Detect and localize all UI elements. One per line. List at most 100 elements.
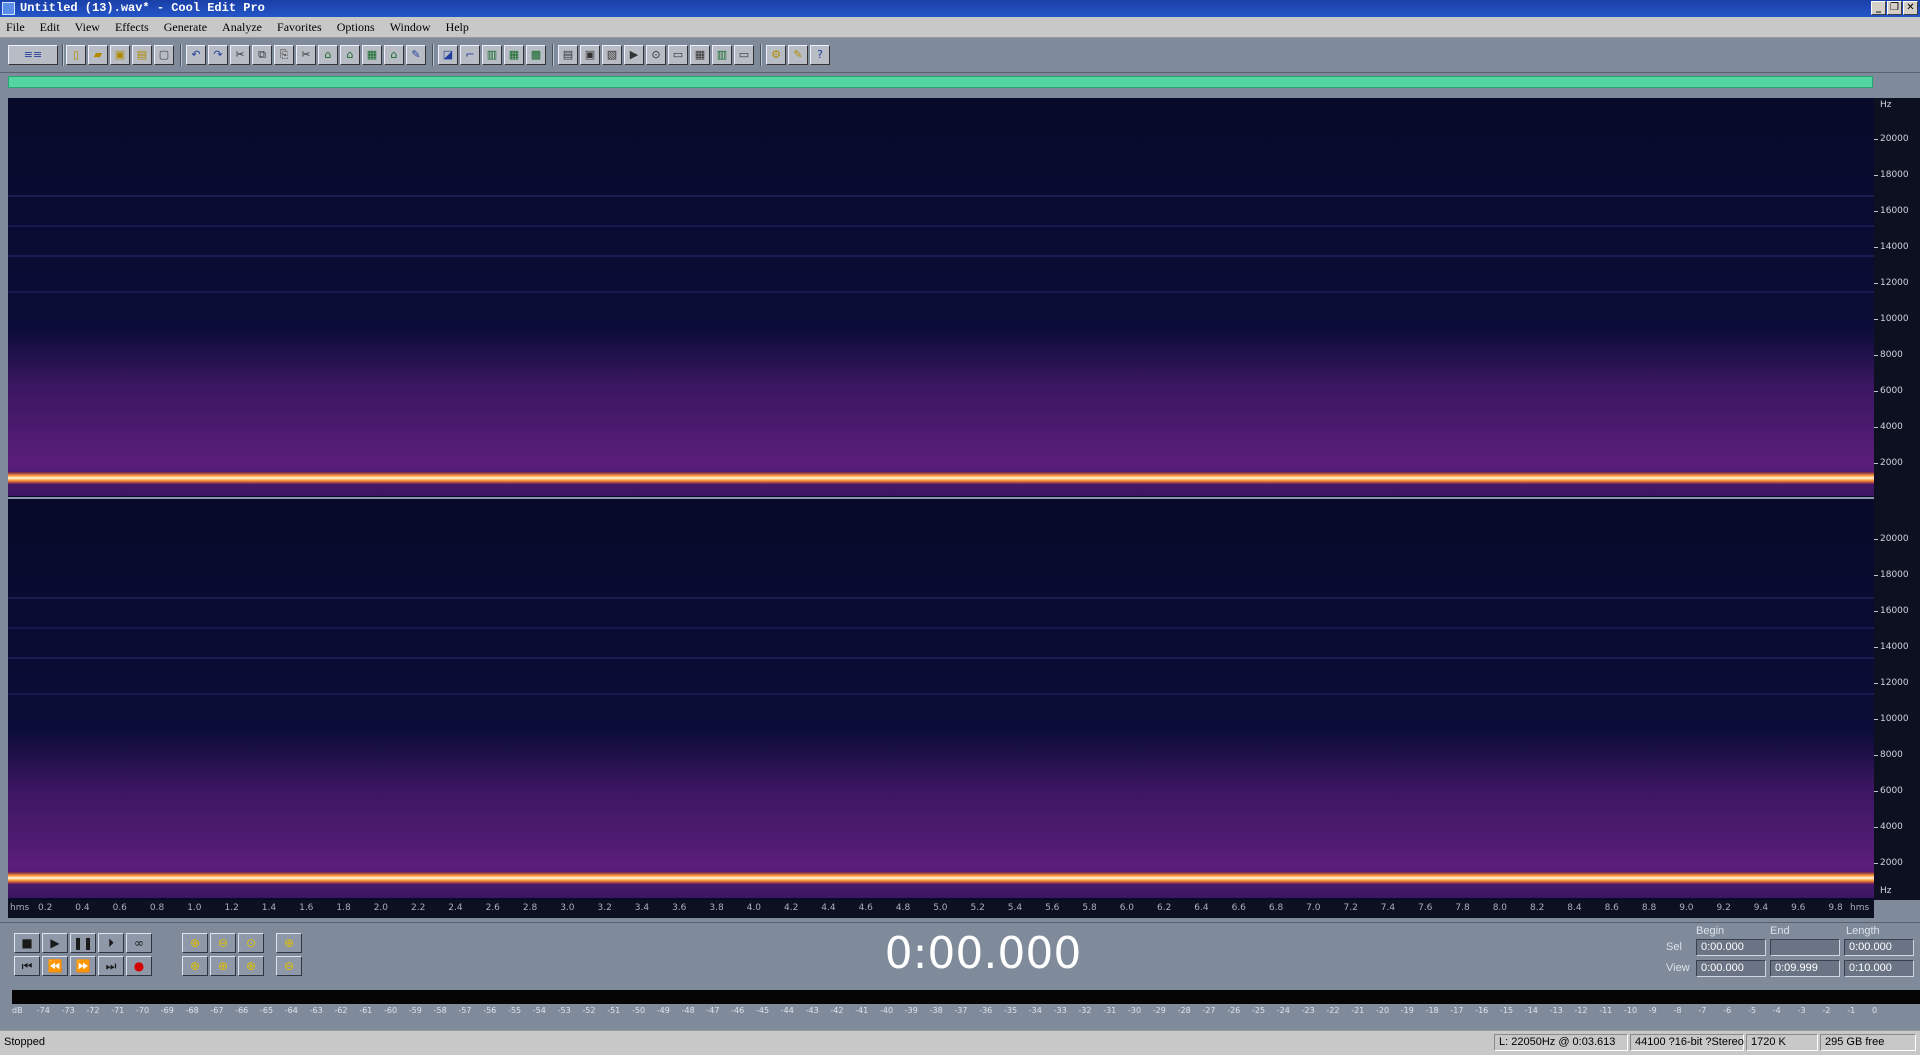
spectral-view-icon[interactable]: ⌐ [460,45,480,65]
channel-right[interactable] [8,500,1874,898]
level-tick-label: -73 [61,1006,75,1015]
play-cue-icon[interactable]: ▧ [602,45,622,65]
toolbar-separator [552,44,554,66]
bars-icon[interactable]: ▥ [482,45,502,65]
cue-icon[interactable]: ▤ [558,45,578,65]
edit-icon[interactable]: ✎ [406,45,426,65]
help-icon[interactable]: ? [810,45,830,65]
redo-icon[interactable]: ↷ [208,45,228,65]
frame-icon[interactable]: ▭ [668,45,688,65]
script-icon[interactable]: ✎ [788,45,808,65]
waveform-view-icon[interactable]: ◪ [438,45,458,65]
close-file-icon[interactable]: ▢ [154,45,174,65]
hz-tick-mark [1874,427,1878,428]
zoom-full-button[interactable]: ⊙ [238,933,264,953]
channel-left[interactable] [8,98,1874,496]
menu-file[interactable]: File [0,17,31,35]
level-tick-label: -70 [136,1006,150,1015]
menu-analyze[interactable]: Analyze [216,17,268,35]
time-tick-label: 5.4 [1007,903,1023,913]
close-button[interactable]: ✕ [1903,1,1918,15]
level-tick-label: -49 [656,1006,670,1015]
grid-icon[interactable]: ▦ [504,45,524,65]
new-icon[interactable]: ▯ [66,45,86,65]
open-icon[interactable]: ▰ [88,45,108,65]
stop-button[interactable]: ■ [14,933,40,953]
view-length-field[interactable]: 0:10.000 [1844,960,1914,977]
mix-paste-icon[interactable]: ✂ [296,45,316,65]
rewind-button[interactable]: ⏪ [42,956,68,976]
sel-end-field[interactable] [1770,939,1840,956]
spectral-display[interactable] [8,98,1874,900]
sel-begin-field[interactable]: 0:00.000 [1696,939,1766,956]
sel-length-field[interactable]: 0:00.000 [1844,939,1914,956]
view-begin-field[interactable]: 0:00.000 [1696,960,1766,977]
undo-icon[interactable]: ↶ [186,45,206,65]
menu-generate[interactable]: Generate [158,17,213,35]
go-to-start-button[interactable]: ⏮ [14,956,40,976]
silence-icon[interactable]: ⌂ [340,45,360,65]
level-tick-label: -22 [1326,1006,1340,1015]
save-as-icon[interactable]: ▤ [132,45,152,65]
menu-options[interactable]: Options [331,17,381,35]
minimize-button[interactable]: _ [1871,1,1886,15]
zoom-right-edge-button[interactable]: ⊕ [238,956,264,976]
level-tick-label: -71 [111,1006,125,1015]
menu-edit[interactable]: Edit [34,17,66,35]
app-icon[interactable] [2,2,15,15]
level-tick-label: -65 [260,1006,274,1015]
time-ruler[interactable]: hms 0.2 0.4 0.6 0.8 1.0 1.2 1.4 1.6 1.8 2.0 2.2 2.4… [8,900,1874,918]
hz-tick-label: 4000 [1880,422,1903,432]
play-to-end-button[interactable]: ⏵ [98,933,124,953]
zoom-out-horizontal-button[interactable]: ⊖ [210,933,236,953]
level-tick-label: -29 [1152,1006,1166,1015]
level-meter-bar [12,990,1920,1004]
menu-effects[interactable]: Effects [109,17,155,35]
record-button[interactable]: ● [126,956,152,976]
time-tick-label: 6.0 [1119,903,1135,913]
zoom-in-horizontal-button[interactable]: ⊕ [182,933,208,953]
view-end-field[interactable]: 0:09.999 [1770,960,1840,977]
time-tick-label: 2.2 [411,903,426,913]
overview-bar[interactable] [8,76,1873,88]
level-tick-label: -41 [855,1006,869,1015]
copy-icon[interactable]: ⧉ [252,45,272,65]
zoom-left-edge-button[interactable]: ⊕ [210,956,236,976]
loop-button[interactable]: ∞ [126,933,152,953]
time-tick-label: 5.0 [933,903,948,913]
time-tick-label: 2.8 [522,903,538,913]
menu-favorites[interactable]: Favorites [271,17,328,35]
save-icon[interactable]: ▣ [110,45,130,65]
menu-window[interactable]: Window [384,17,437,35]
zoom-in-vertical-button[interactable]: ⊕ [276,933,302,953]
settings-icon[interactable]: ▩ [526,45,546,65]
restore-button[interactable]: ❐ [1887,1,1902,15]
convert-icon[interactable]: ⌂ [384,45,404,65]
multitrack-icon[interactable]: ≡≡ [8,45,58,65]
pause-button[interactable]: ❚❚ [70,933,96,953]
zoom-selection-button[interactable]: ⊕ [182,956,208,976]
time-icon[interactable]: ⊙ [646,45,666,65]
level-tick-label: -1 [1847,1006,1856,1015]
menu-view[interactable]: View [69,17,106,35]
level-tick-label: -58 [433,1006,447,1015]
play-button[interactable]: ▶ [42,933,68,953]
menu-help[interactable]: Help [440,17,475,35]
batch-icon[interactable]: ⚙ [766,45,786,65]
level-tick-label: -54 [532,1006,546,1015]
cut-icon[interactable]: ✂ [230,45,250,65]
level-tick-label: -68 [185,1006,199,1015]
fast-forward-button[interactable]: ⏩ [70,956,96,976]
level-tick-label: -53 [557,1006,571,1015]
zoom-tool-icon[interactable]: ▶ [624,45,644,65]
zoom-out-vertical-button[interactable]: ⊖ [276,956,302,976]
properties-icon[interactable]: ▭ [734,45,754,65]
trim-icon[interactable]: ⌂ [318,45,338,65]
level-tick-label: -57 [458,1006,472,1015]
insert-icon[interactable]: ▦ [362,45,382,65]
snap-icon[interactable]: ▣ [580,45,600,65]
go-to-end-button[interactable]: ⏭ [98,956,124,976]
paste-icon[interactable]: ⎘ [274,45,294,65]
meter-icon[interactable]: ▦ [690,45,710,65]
info-icon[interactable]: ▥ [712,45,732,65]
